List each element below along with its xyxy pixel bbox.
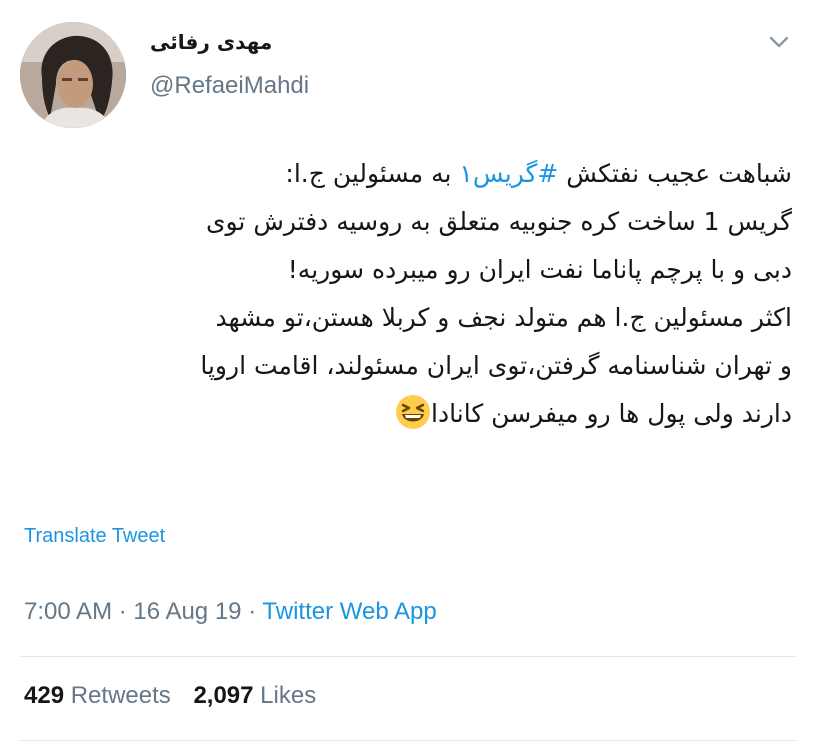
tweet-time[interactable]: 7:00 AM [24, 598, 112, 625]
retweets-stat[interactable]: 429 Retweets [24, 682, 171, 709]
tweet-text-segment: دارند ولی پول ها رو میفرسن کانادا [431, 399, 792, 428]
retweets-count: 429 [24, 682, 65, 709]
tweet-meta: 7:00 AM · 16 Aug 19 · Twitter Web App [24, 598, 437, 626]
divider [20, 740, 796, 741]
hashtag-link[interactable]: #گریس۱ [459, 159, 558, 188]
meta-separator: · [118, 598, 127, 625]
user-info: مهدی رفائی @RefaeiMahdi [150, 30, 309, 100]
chevron-down-icon [769, 36, 789, 48]
tweet-text: شباهت عجیب نفتکش #گریس۱ به مسئولین ج.ا: … [20, 150, 792, 438]
tweet-text-segment: شباهت عجیب نفتکش [558, 159, 792, 188]
tweet-source-link[interactable]: Twitter Web App [262, 598, 436, 625]
tweet-line-2: گریس 1 ساخت کره جنوبیه متعلق به روسیه دف… [205, 207, 792, 236]
tweet-card: مهدی رفائی @RefaeiMahdi شباهت عجیب نفتکش… [0, 0, 816, 750]
tweet-line-5: و تهران شناسنامه گرفتن،توی ایران مسئولند… [200, 351, 792, 380]
meta-separator: · [248, 598, 257, 625]
grinning-squinting-face-emoji-icon [395, 394, 431, 430]
retweets-label: Retweets [70, 682, 171, 709]
divider [20, 656, 796, 657]
tweet-date[interactable]: 16 Aug 19 [133, 598, 241, 625]
tweet-line-6: دارند ولی پول ها رو میفرسن کانادا [20, 390, 792, 438]
user-handle[interactable]: @RefaeiMahdi [150, 72, 309, 100]
tweet-line-1: شباهت عجیب نفتکش #گریس۱ به مسئولین ج.ا: [20, 150, 792, 198]
display-name[interactable]: مهدی رفائی [150, 30, 309, 54]
profile-photo-icon [20, 22, 126, 128]
tweet-text-segment: به مسئولین ج.ا: [285, 159, 460, 188]
translate-tweet-link[interactable]: Translate Tweet [24, 525, 165, 548]
likes-count: 2,097 [193, 682, 254, 709]
tweet-line-3: دبی و با پرچم پاناما نفت ایران رو میبرده… [287, 255, 792, 284]
tweet-line-4: اکثر مسئولین ج.ا هم متولد نجف و کربلا هس… [215, 303, 792, 332]
likes-stat[interactable]: 2,097 Likes [193, 682, 316, 709]
tweet-menu-button[interactable] [768, 34, 790, 50]
avatar[interactable] [20, 22, 126, 128]
likes-label: Likes [260, 682, 317, 709]
tweet-stats: 429 Retweets 2,097 Likes [24, 682, 316, 710]
